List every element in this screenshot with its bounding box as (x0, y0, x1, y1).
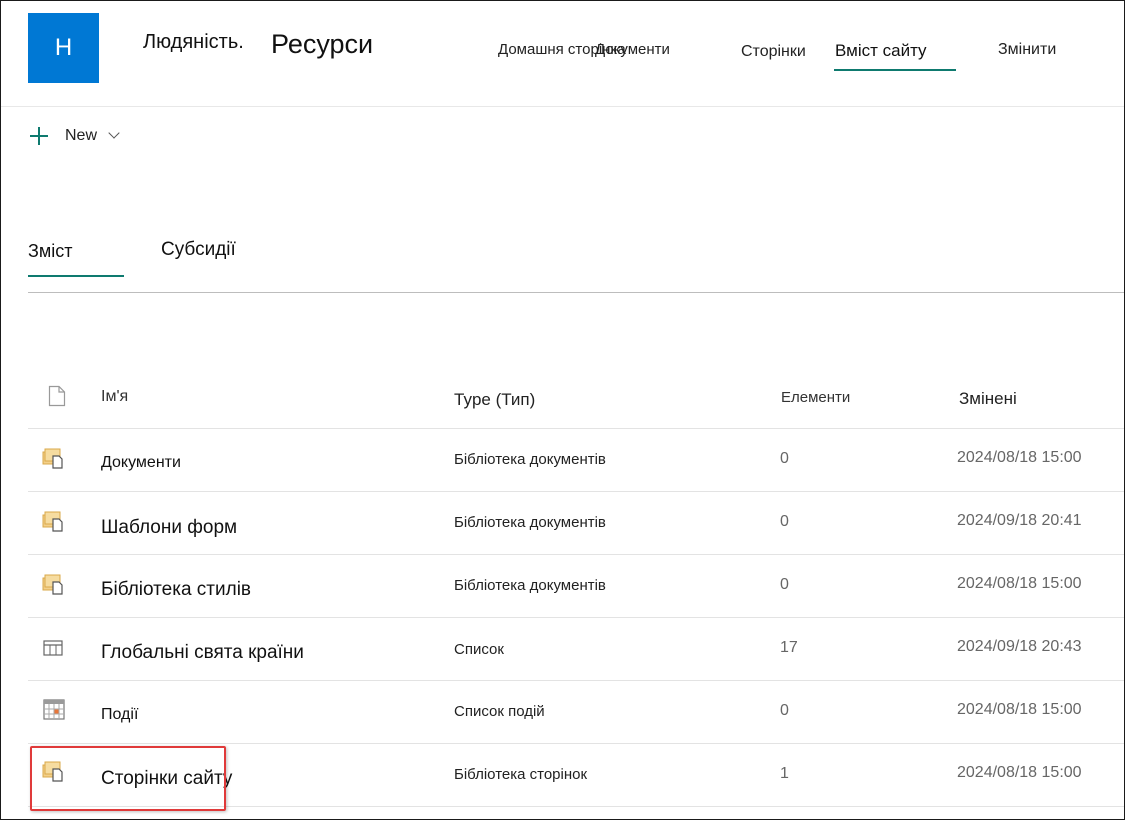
tab-subsites[interactable]: Субсидії (161, 239, 236, 261)
plus-icon (28, 125, 50, 147)
row-items: 0 (780, 513, 789, 530)
table-row[interactable]: Глобальні свята країни Список 17 2024/09… (28, 618, 1124, 681)
nav-active-indicator (834, 69, 956, 71)
highlight-annotation (30, 746, 226, 811)
row-modified: 2024/09/18 20:41 (957, 512, 1082, 529)
row-items: 0 (780, 702, 789, 719)
row-type: Бібліотека документів (454, 451, 606, 468)
row-modified: 2024/08/18 15:00 (957, 449, 1082, 466)
site-logo[interactable]: H (28, 13, 99, 83)
new-button-label: New (65, 127, 98, 144)
row-modified: 2024/08/18 15:00 (957, 575, 1082, 592)
row-name-link[interactable]: Глобальні свята країни (101, 642, 304, 664)
row-items: 0 (780, 450, 789, 467)
row-items: 17 (780, 639, 798, 656)
site-logo-letter: H (54, 34, 73, 61)
row-type: Бібліотека сторінок (454, 766, 588, 783)
library-icon (42, 448, 63, 469)
nav-documents[interactable]: Документи (595, 41, 670, 58)
calendar-icon (43, 699, 65, 720)
list-icon (43, 640, 63, 656)
nav-edit[interactable]: Змінити (998, 41, 1056, 59)
row-name-link[interactable]: Документи (101, 454, 181, 472)
row-type: Бібліотека документів (454, 514, 606, 531)
tab-active-indicator (28, 275, 124, 277)
file-type-icon (48, 385, 66, 407)
row-name-link[interactable]: Події (101, 706, 138, 724)
row-items: 0 (780, 576, 789, 593)
table-row[interactable]: Шаблони форм Бібліотека документів 0 202… (28, 492, 1124, 555)
site-title[interactable]: Людяність. (143, 31, 244, 54)
row-modified: 2024/08/18 15:00 (957, 701, 1082, 718)
library-icon (42, 574, 63, 595)
header-divider (1, 106, 1124, 107)
row-modified: 2024/09/18 20:43 (957, 638, 1082, 655)
row-name-link[interactable]: Шаблони форм (101, 517, 237, 539)
site-title-large[interactable]: Ресурси (271, 29, 373, 60)
column-header-type[interactable]: Type (Тип) (454, 390, 535, 410)
chevron-down-icon[interactable] (108, 127, 120, 139)
column-header-name[interactable]: Ім'я (101, 388, 128, 406)
row-modified: 2024/08/18 15:00 (957, 764, 1082, 781)
table-row[interactable]: Події Список подій 0 2024/08/18 15:00 (28, 681, 1124, 744)
nav-site-contents[interactable]: Вміст сайту (835, 41, 927, 61)
row-type: Бібліотека документів (454, 577, 606, 594)
nav-pages[interactable]: Сторінки (741, 43, 806, 61)
site-contents-window: H Людяність. Ресурси Домашня сторінка До… (0, 0, 1125, 820)
table-row[interactable]: Бібліотека стилів Бібліотека документів … (28, 555, 1124, 618)
tab-contents[interactable]: Зміст (28, 241, 73, 262)
column-header-items[interactable]: Елементи (781, 389, 850, 406)
row-type: Список подій (454, 703, 545, 720)
column-header-modified[interactable]: Змінені (959, 389, 1017, 409)
row-name-link[interactable]: Бібліотека стилів (101, 579, 251, 601)
library-icon (42, 511, 63, 532)
row-items: 1 (780, 765, 789, 782)
row-type: Список (454, 641, 504, 658)
tabs-divider (28, 292, 1124, 293)
table-row[interactable]: Документи Бібліотека документів 0 2024/0… (28, 429, 1124, 492)
new-button[interactable]: New (28, 125, 120, 147)
